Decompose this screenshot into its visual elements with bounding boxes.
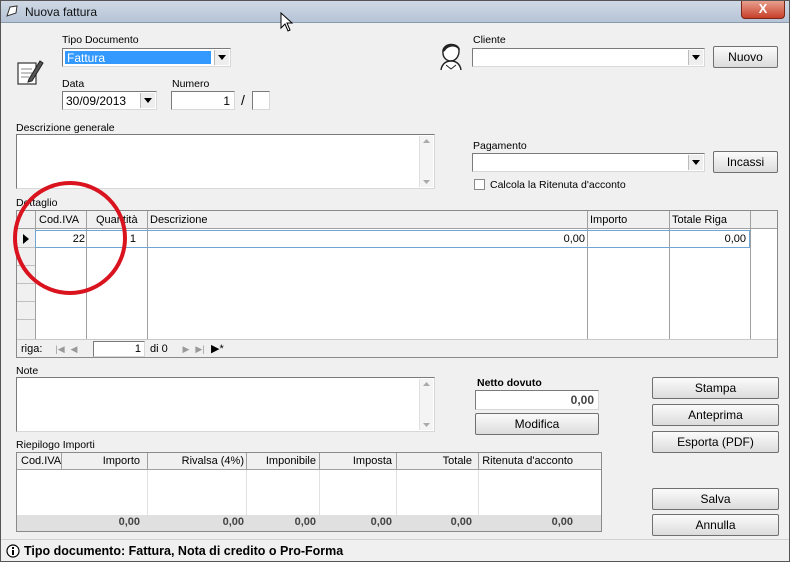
col-cod-iva[interactable]: Cod.IVA [39,214,79,226]
scrollbar[interactable] [419,136,433,187]
netto-value: 0,00 [570,393,594,407]
col-quantita[interactable]: Quantità [96,214,138,226]
window-title: Nuova fattura [25,5,98,19]
pencil-note-icon [17,60,44,85]
total-importo: 0,00 [118,516,140,528]
nav-new-icon[interactable]: ▶* [211,342,224,356]
col-totale-riga[interactable]: Totale Riga [672,214,727,226]
dettaglio-label: Dettaglio [16,197,58,209]
riepilogo-col-imposta: Imposta [352,455,392,467]
title-bar[interactable]: Nuova fattura X [1,1,789,23]
cell-importo[interactable]: 0,00 [564,233,585,245]
chevron-down-icon[interactable] [688,155,703,170]
modifica-button[interactable]: Modifica [475,413,599,435]
total-imponibile: 0,00 [294,516,316,528]
row-pointer-icon [23,234,29,244]
descrizione-textarea[interactable] [16,134,435,189]
col-importo[interactable]: Importo [590,214,627,226]
total-totale: 0,00 [450,516,472,528]
riepilogo-col-importo: Importo [102,455,140,467]
info-icon [6,544,20,558]
tipo-documento-value: Fattura [67,51,106,65]
salva-button[interactable]: Salva [652,488,779,510]
riepilogo-col-ritenuta: Ritenuta d'acconto [482,455,573,467]
tipo-documento-select[interactable]: Fattura [62,48,231,67]
numero-label: Numero [172,78,210,90]
riepilogo-col-cod-iva: Cod.IVA [21,455,62,467]
riepilogo-table: Cod.IVA Importo Rivalsa (4%) Imponibile … [16,452,602,532]
row-selector-column [17,229,35,339]
netto-field: 0,00 [475,390,599,410]
incassi-button[interactable]: Incassi [713,151,778,173]
nav-current-input[interactable]: 1 [93,341,145,357]
nav-prev-icon[interactable]: ◀ [68,342,80,356]
person-icon [440,43,462,71]
close-button[interactable]: X [741,1,785,19]
nav-last-icon[interactable]: ▶| [194,342,206,356]
invoice-window: Nuova fattura X Tipo Documento Fattura D… [0,0,790,562]
stampa-button[interactable]: Stampa [652,377,779,399]
status-bar: Tipo documento: Fattura, Nota di credito… [1,539,789,561]
data-date-picker[interactable]: 30/09/2013 [62,91,157,110]
total-ritenuta: 0,00 [551,516,573,528]
annulla-button[interactable]: Annulla [652,514,779,536]
riepilogo-col-totale: Totale [442,455,472,467]
cliente-select[interactable] [472,48,705,67]
riepilogo-label: Riepilogo Importi [16,439,95,451]
netto-label: Netto dovuto [477,377,542,389]
numero-suffix-input[interactable] [252,91,270,110]
total-imposta: 0,00 [370,516,392,528]
riepilogo-col-rivalsa: Rivalsa (4%) [181,455,244,467]
anteprima-button[interactable]: Anteprima [652,404,779,426]
table-row[interactable]: 22 1 0,00 0,00 [35,230,750,248]
data-label: Data [62,78,85,90]
chevron-down-icon[interactable] [214,50,229,65]
cell-totale-riga[interactable]: 0,00 [725,233,746,245]
numero-separator: / [241,92,245,108]
pagamento-select[interactable] [472,153,705,172]
nav-next-icon[interactable]: ▶ [180,342,192,356]
note-label: Note [16,365,39,377]
ritenuta-label: Calcola la Ritenuta d'acconto [490,179,626,191]
cell-cod-iva[interactable]: 22 [73,233,85,245]
nav-of-label: di 0 [150,343,168,355]
total-rivalsa: 0,00 [222,516,244,528]
riepilogo-col-imponibile: Imponibile [265,455,316,467]
nav-first-icon[interactable]: |◀ [54,342,66,356]
record-navigator: riga: |◀ ◀ 1 di 0 ▶ ▶| ▶* [17,339,777,357]
col-descrizione[interactable]: Descrizione [150,214,207,226]
tipo-documento-label: Tipo Documento [62,34,139,46]
scrollbar[interactable] [419,379,433,430]
cursor-icon [280,12,294,32]
nuovo-button[interactable]: Nuovo [713,46,778,68]
note-textarea[interactable] [16,377,435,432]
dettaglio-grid[interactable]: Cod.IVA Quantità Descrizione Importo Tot… [16,210,778,358]
numero-value: 1 [223,94,230,108]
esporta-pdf-button[interactable]: Esporta (PDF) [652,431,779,453]
cliente-label: Cliente [473,34,506,46]
chevron-down-icon[interactable] [140,93,155,108]
nav-label: riga: [21,343,43,355]
data-value: 30/09/2013 [66,94,127,108]
chevron-down-icon[interactable] [688,50,703,65]
descrizione-label: Descrizione generale [16,122,115,134]
ritenuta-checkbox[interactable] [474,179,485,190]
numero-input[interactable]: 1 [171,91,235,110]
cell-quantita[interactable]: 1 [130,233,136,245]
nav-first-prev: |◀ ◀ [54,342,90,356]
status-text: Tipo documento: Fattura, Nota di credito… [24,544,344,558]
app-icon [6,5,18,17]
pagamento-label: Pagamento [473,140,527,152]
